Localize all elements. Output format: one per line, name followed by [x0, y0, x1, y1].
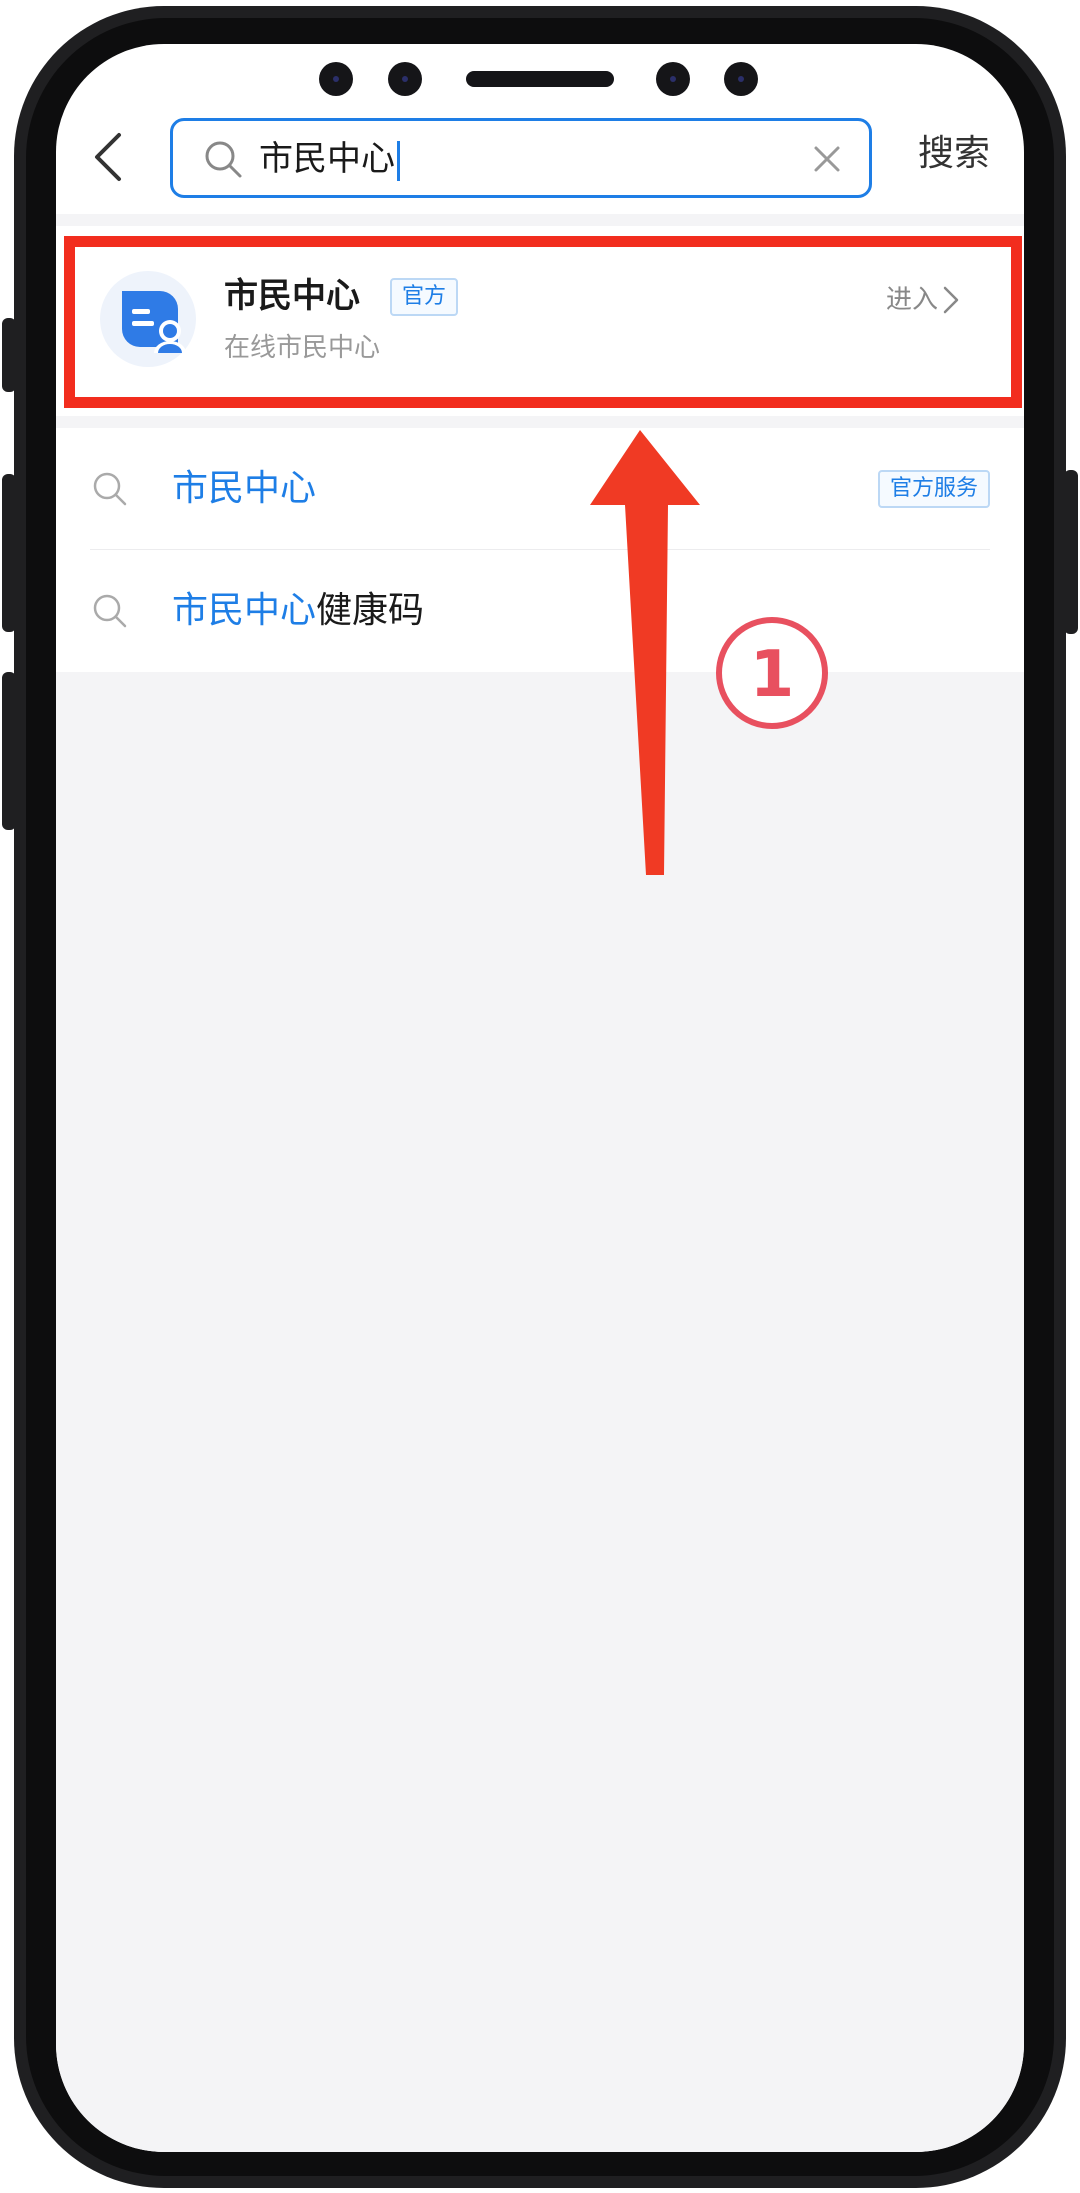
search-icon — [203, 139, 243, 179]
search-submit-button[interactable]: 搜索 — [918, 130, 990, 178]
search-query-value: 市民中心 — [259, 139, 395, 179]
front-sensor-left-inner — [388, 62, 422, 96]
service-title: 市民中心 — [224, 276, 360, 316]
chevron-right-icon — [943, 286, 959, 314]
enter-link[interactable]: 进入 — [886, 282, 960, 318]
earpiece-speaker — [466, 71, 614, 87]
suggestion-text: 市民中心健康码 — [172, 586, 424, 636]
enter-label: 进入 — [886, 285, 939, 315]
search-icon — [90, 591, 130, 631]
suggestion-item[interactable]: 市民中心健康码 — [56, 550, 1024, 672]
suggestion-text: 市民中心 — [172, 464, 316, 514]
suggestion-highlight: 市民中心 — [172, 590, 317, 631]
official-badge: 官方 — [390, 278, 459, 316]
suggestion-highlight: 市民中心 — [172, 468, 317, 509]
clear-search-button[interactable] — [807, 139, 847, 179]
front-sensor-right — [724, 62, 758, 96]
official-service-tag: 官方服务 — [877, 470, 990, 508]
search-header: 市民中心 搜索 — [56, 114, 1024, 200]
suggestion-rest: 健康码 — [316, 590, 425, 631]
phone-screen: 市民中心 搜索 市民中心 官方 在线市民中心 进入 市民中心 官方服务 市民中心… — [56, 44, 1024, 2152]
suggestion-item[interactable]: 市民中心 官方服务 — [56, 428, 1024, 550]
search-icon — [90, 469, 130, 509]
section-divider — [56, 214, 1024, 226]
text-caret — [397, 140, 400, 181]
section-divider-2 — [56, 416, 1024, 428]
front-camera — [656, 62, 690, 96]
close-icon — [814, 146, 840, 172]
service-subtitle: 在线市民中心 — [224, 333, 381, 363]
search-query-text[interactable]: 市民中心 — [259, 137, 400, 181]
service-result-card[interactable]: 市民中心 官方 在线市民中心 进入 — [56, 226, 1024, 416]
citizen-center-app-icon — [100, 271, 196, 367]
phone-power-button — [1064, 470, 1078, 634]
front-sensor-left-outer — [319, 62, 353, 96]
back-button[interactable] — [78, 122, 138, 192]
empty-results-area — [56, 672, 1024, 2152]
search-input[interactable]: 市民中心 — [170, 118, 872, 198]
chevron-left-icon — [95, 133, 121, 181]
